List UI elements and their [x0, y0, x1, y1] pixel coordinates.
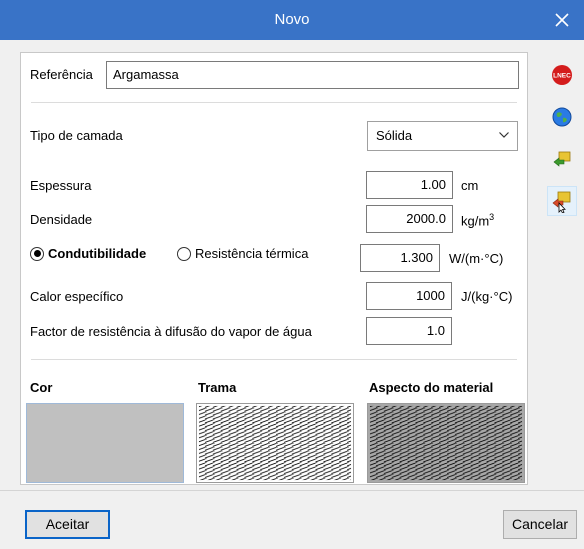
lnec-icon: LNEC: [552, 65, 572, 85]
aspecto-label: Aspecto do material: [369, 380, 494, 395]
import-icon: [553, 151, 571, 167]
dialog-footer: Aceitar Cancelar: [0, 490, 584, 549]
color-swatch[interactable]: [26, 403, 184, 483]
separator: [31, 359, 517, 360]
svg-text:LNEC: LNEC: [553, 73, 571, 80]
calor-label: Calor específico: [30, 289, 124, 304]
globe-icon: [552, 107, 572, 127]
resistencia-radio[interactable]: Resistência térmica: [177, 246, 308, 261]
title-bar: Novo: [0, 0, 584, 40]
referencia-label: Referência: [30, 67, 93, 82]
form-panel: Referência Argamassa Tipo de camada Sóli…: [20, 52, 528, 485]
material-aspect-swatch[interactable]: [367, 403, 525, 483]
factor-label: Factor de resistência à difusão do vapor…: [30, 324, 312, 339]
densidade-unit: kg/m3: [461, 212, 495, 229]
densidade-label: Densidade: [30, 212, 93, 227]
accept-button[interactable]: Aceitar: [25, 510, 110, 539]
close-icon: [555, 13, 569, 27]
factor-input[interactable]: 1.0: [366, 317, 452, 345]
condutibilidade-label: Condutibilidade: [48, 246, 147, 261]
tipo-camada-label: Tipo de camada: [30, 128, 123, 143]
calor-input[interactable]: 1000: [366, 282, 452, 310]
tipo-camada-select[interactable]: Sólida: [367, 121, 518, 151]
resistencia-label: Resistência térmica: [195, 246, 309, 261]
tipo-camada-value: Sólida: [376, 128, 413, 143]
window-title: Novo: [274, 11, 310, 28]
espessura-label: Espessura: [30, 178, 92, 193]
dialog-window: Novo Referência Argamassa Tipo de camada…: [0, 0, 584, 549]
referencia-input[interactable]: Argamassa: [106, 61, 519, 89]
radio-unselected-icon: [177, 246, 191, 261]
separator: [31, 102, 517, 103]
cor-label: Cor: [30, 380, 53, 395]
lnec-button[interactable]: LNEC: [547, 60, 577, 90]
condutibilidade-unit: W/(m·°C): [449, 251, 504, 266]
cancel-button[interactable]: Cancelar: [503, 510, 577, 539]
side-toolbar: LNEC: [540, 52, 584, 485]
export-icon: [552, 191, 571, 213]
densidade-input[interactable]: 2000.0: [366, 205, 453, 233]
chevron-down-icon: [499, 132, 509, 138]
espessura-input[interactable]: 1.00: [366, 171, 453, 199]
hatch-pattern-swatch[interactable]: [196, 403, 354, 483]
calor-unit: J/(kg·°C): [461, 289, 513, 304]
import-button[interactable]: [547, 144, 577, 174]
export-button[interactable]: [547, 186, 577, 216]
trama-label: Trama: [198, 380, 237, 395]
condutibilidade-radio[interactable]: Condutibilidade: [30, 246, 146, 261]
radio-selected-icon: [30, 246, 44, 261]
globe-button[interactable]: [547, 102, 577, 132]
espessura-unit: cm: [461, 178, 479, 193]
close-button[interactable]: [540, 0, 584, 40]
condutibilidade-input[interactable]: 1.300: [360, 244, 440, 272]
